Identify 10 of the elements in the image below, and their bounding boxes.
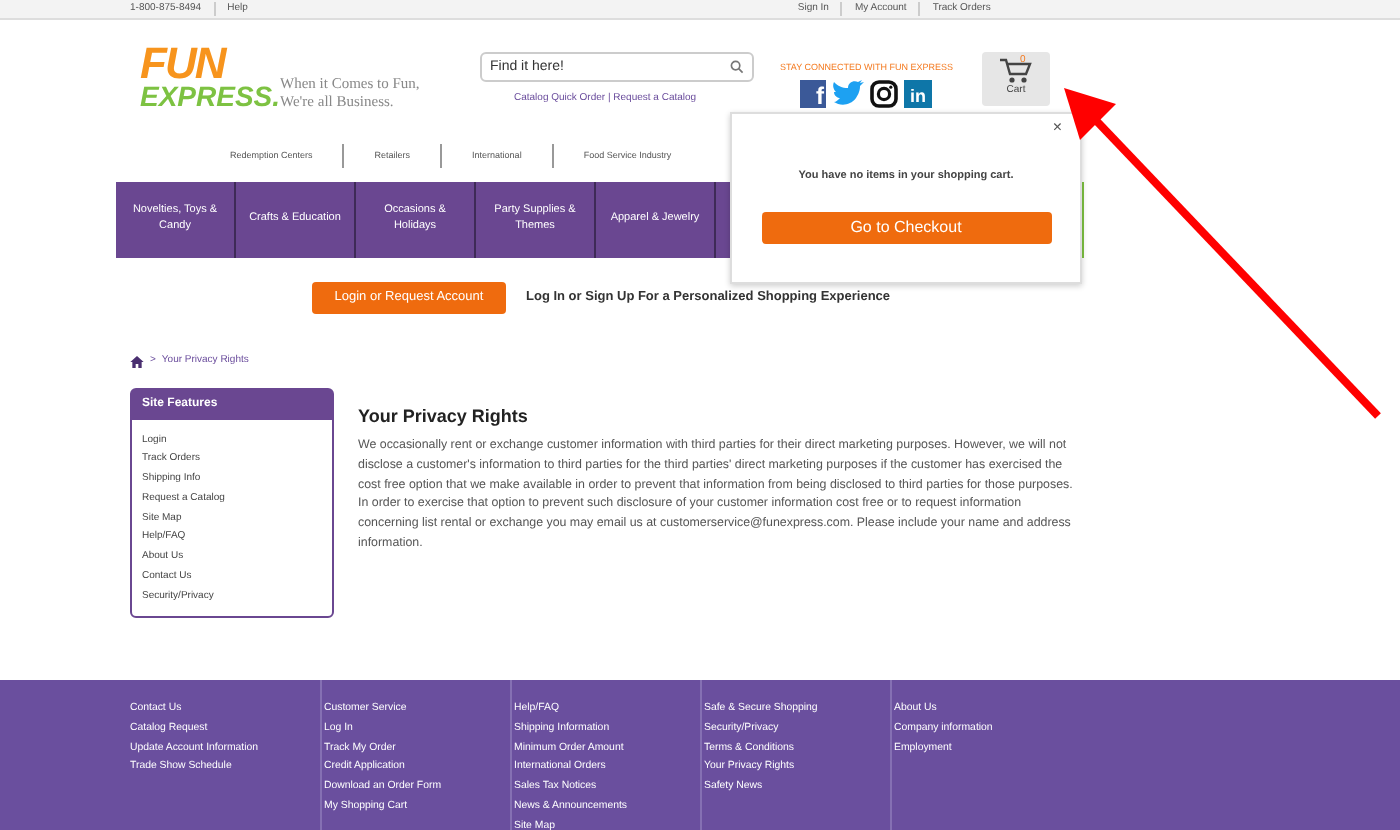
cart-icon [1000, 58, 1032, 85]
camera-icon[interactable] [870, 79, 898, 108]
search-icon[interactable] [730, 60, 744, 74]
home-icon[interactable] [130, 355, 144, 368]
facebook-icon[interactable]: f [800, 79, 826, 108]
logo-bottom-text: EXPRESS. [140, 83, 276, 109]
logo-top-text: FUN [140, 44, 227, 84]
page-title: Your Privacy Rights [358, 403, 530, 430]
close-button[interactable]: × [1052, 118, 1062, 136]
linkedin-icon[interactable]: in [904, 79, 932, 108]
